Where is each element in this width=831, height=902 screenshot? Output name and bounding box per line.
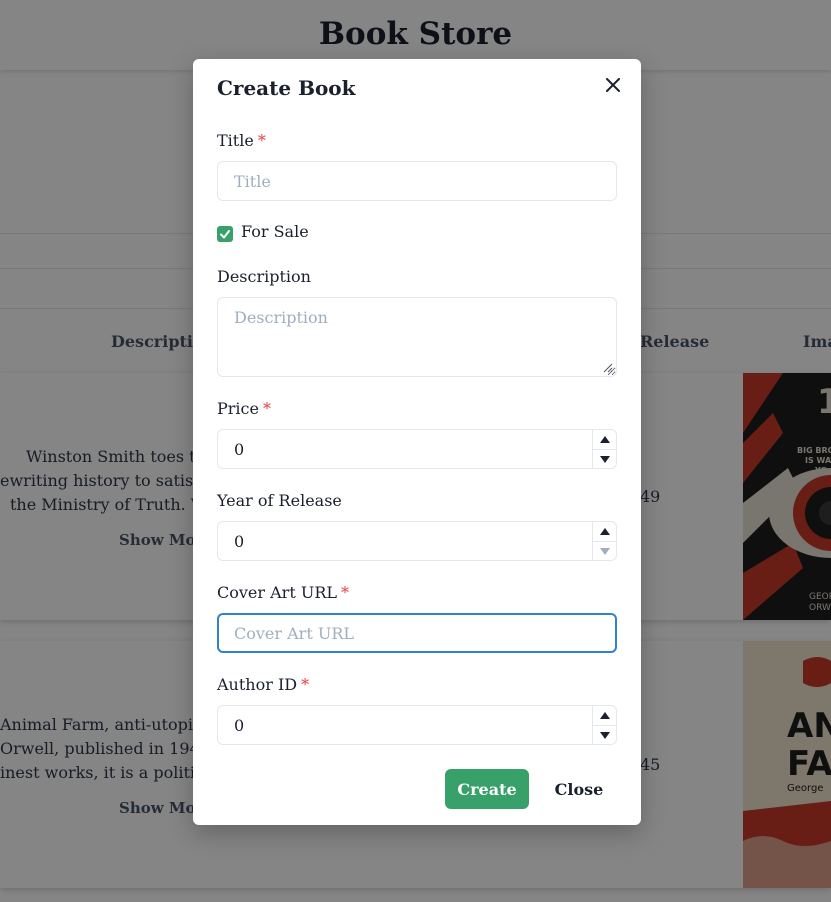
chevron-up-icon (600, 712, 610, 719)
close-icon-glyph (606, 78, 620, 92)
increment-button[interactable] (593, 706, 617, 725)
required-marker: * (301, 675, 310, 694)
check-icon (220, 230, 230, 239)
required-marker: * (262, 399, 271, 418)
required-marker: * (341, 583, 349, 602)
author-id-input[interactable] (218, 706, 592, 744)
year-label-text: Year of Release (217, 491, 342, 510)
increment-button[interactable] (593, 430, 617, 449)
title-input[interactable] (217, 161, 617, 201)
required-marker: * (257, 131, 266, 150)
increment-button[interactable] (593, 522, 617, 541)
cover-url-label-text: Cover Art URL (217, 583, 337, 602)
description-label-text: Description (217, 267, 311, 286)
price-input[interactable] (218, 430, 592, 468)
chevron-up-icon (600, 436, 610, 443)
chevron-up-icon (600, 528, 610, 535)
for-sale-label[interactable]: For Sale (241, 222, 309, 241)
price-number-input (217, 429, 617, 469)
create-book-modal: Create Book Title* For Sale Description … (193, 59, 641, 825)
close-icon[interactable] (599, 71, 627, 99)
resize-handle-icon[interactable] (601, 361, 613, 373)
chevron-down-icon (600, 547, 610, 555)
modal-title: Create Book (217, 76, 356, 100)
author-id-label: Author ID * (217, 675, 309, 694)
decrement-button[interactable] (593, 449, 617, 468)
title-label: Title * (217, 131, 266, 150)
year-input[interactable] (218, 522, 592, 560)
description-label: Description (217, 267, 311, 286)
author-id-number-input (217, 705, 617, 745)
chevron-down-icon (600, 455, 610, 463)
price-label-text: Price (217, 399, 259, 418)
author-id-label-text: Author ID (217, 675, 298, 694)
title-label-text: Title (217, 131, 254, 150)
decrement-button[interactable] (593, 725, 617, 744)
price-label: Price * (217, 399, 271, 418)
author-id-stepper (592, 706, 617, 744)
create-button[interactable]: Create (445, 769, 529, 809)
year-number-input (217, 521, 617, 561)
close-button[interactable]: Close (539, 769, 619, 809)
price-stepper (592, 430, 617, 468)
cover-url-input[interactable] (217, 613, 617, 653)
description-textarea[interactable] (217, 297, 617, 377)
year-stepper (592, 522, 617, 560)
decrement-button[interactable] (593, 541, 617, 560)
chevron-down-icon (600, 731, 610, 739)
for-sale-checkbox[interactable] (217, 226, 233, 242)
cover-url-label: Cover Art URL * (217, 583, 349, 602)
year-label: Year of Release (217, 491, 342, 510)
